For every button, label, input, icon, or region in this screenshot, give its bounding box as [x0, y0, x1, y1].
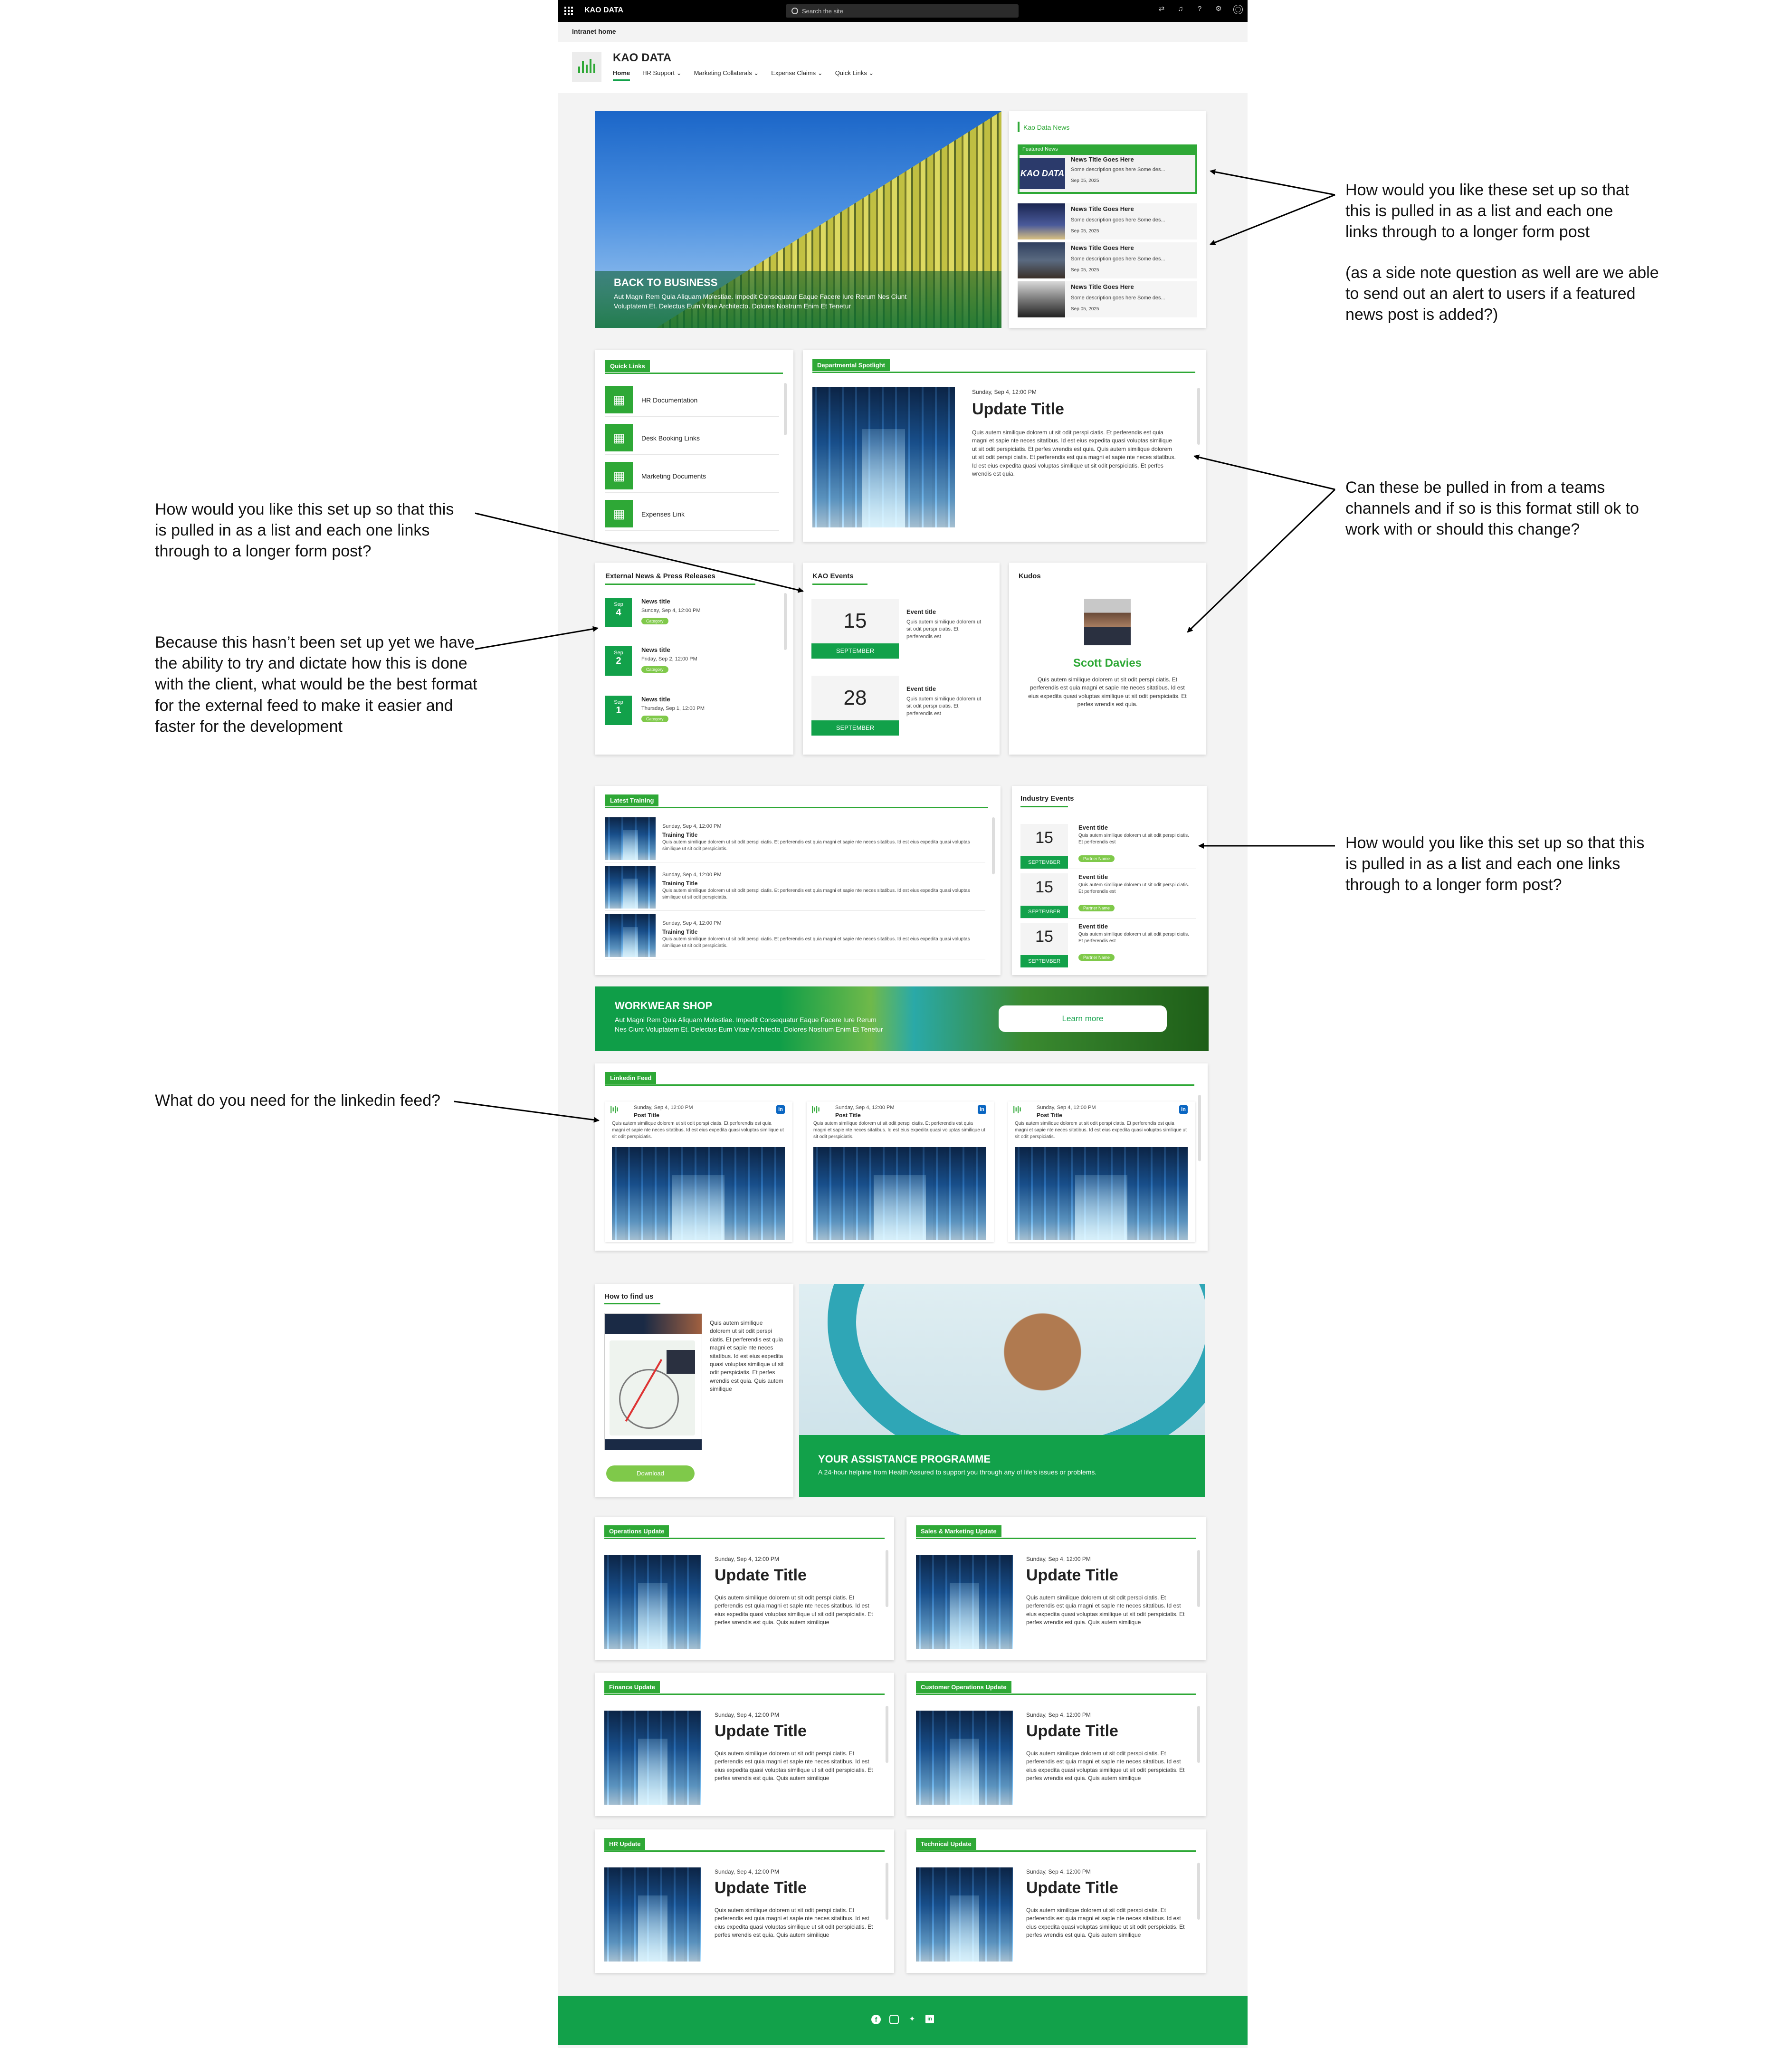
- arrow-external-note: [475, 626, 599, 650]
- arrow-news-list: [1210, 194, 1335, 245]
- annotation-arrows: [454, 169, 1336, 1123]
- arrow-external-question: [475, 512, 804, 593]
- arrow-spotlight: [1193, 454, 1335, 490]
- arrow-linkedin: [454, 1100, 600, 1123]
- arrow-kudos: [1187, 488, 1336, 633]
- arrow-news-featured: [1210, 169, 1335, 196]
